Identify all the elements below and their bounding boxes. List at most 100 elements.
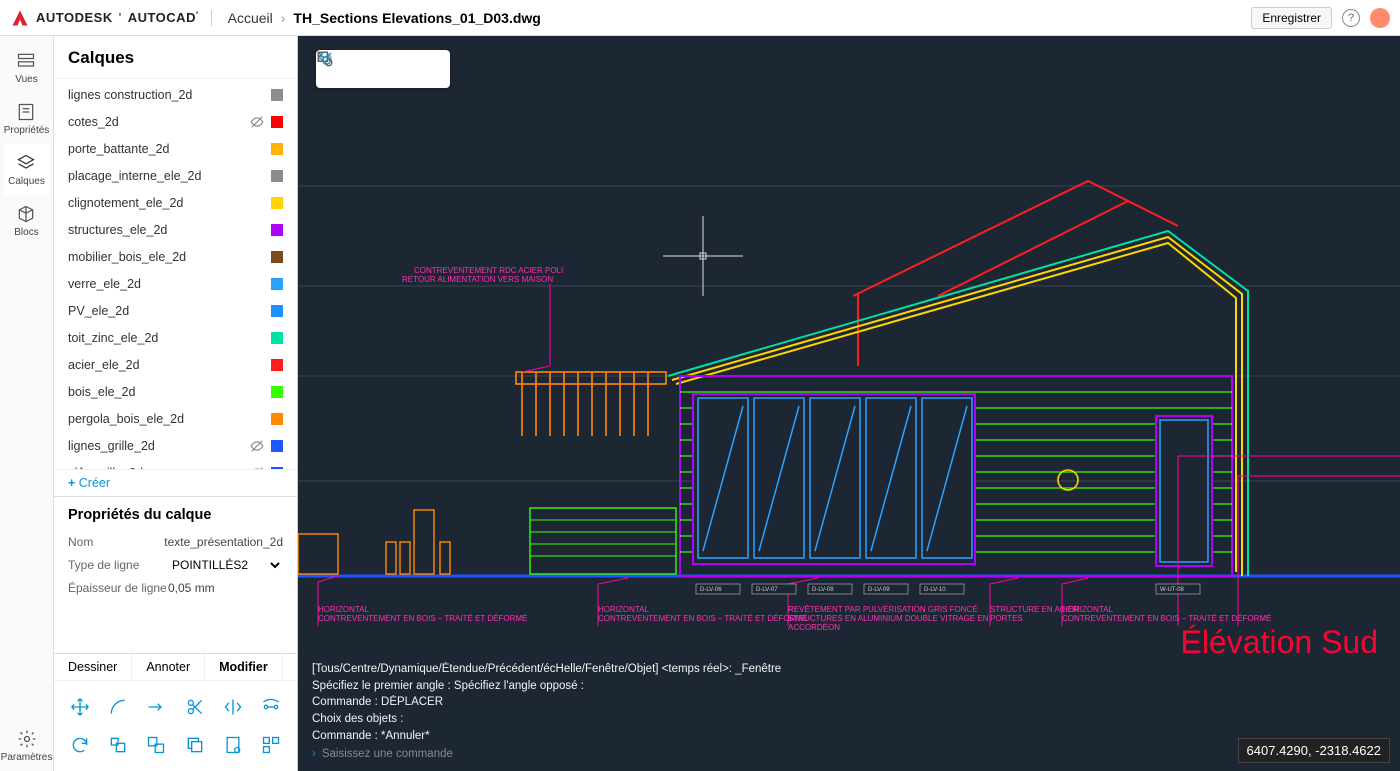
visibility-toggle-icon[interactable] <box>249 357 265 373</box>
layer-color-swatch[interactable] <box>271 251 283 263</box>
visibility-toggle-icon[interactable] <box>249 249 265 265</box>
vues-icon <box>4 50 50 72</box>
layer-color-swatch[interactable] <box>271 332 283 344</box>
layer-color-swatch[interactable] <box>271 386 283 398</box>
tool-align[interactable] <box>255 691 287 723</box>
layer-row[interactable]: toit_zinc_ele_2d <box>54 324 297 351</box>
svg-text:REVÊTEMENT PAR PULVÉRISATION G: REVÊTEMENT PAR PULVÉRISATION GRIS FONCÉ <box>788 605 978 614</box>
visibility-toggle-icon[interactable] <box>249 141 265 157</box>
layer-name: pergola_bois_ele_2d <box>68 412 249 426</box>
layer-row[interactable]: bois_ele_2d <box>54 378 297 405</box>
layer-name: acier_ele_2d <box>68 358 249 372</box>
layer-row[interactable]: placage_interne_ele_2d <box>54 162 297 189</box>
prop-value-name[interactable]: texte_présentation_2d <box>164 535 283 549</box>
layer-row[interactable]: mobilier_bois_ele_2d <box>54 243 297 270</box>
layer-color-swatch[interactable] <box>271 413 283 425</box>
brand: AUTODESK ' AUTOCAD' <box>10 7 199 29</box>
breadcrumb: Accueil › TH_Sections Elevations_01_D03.… <box>211 10 541 26</box>
help-icon[interactable]: ? <box>1342 9 1360 27</box>
layer-row[interactable]: verre_ele_2d <box>54 270 297 297</box>
avatar[interactable] <box>1370 8 1390 28</box>
rail-item-vues[interactable]: Vues <box>4 42 50 93</box>
linetype-select[interactable]: POINTILLÉS2 <box>168 557 283 573</box>
visibility-toggle-icon[interactable] <box>249 330 265 346</box>
layer-name: clignotement_ele_2d <box>68 196 249 210</box>
layer-row[interactable]: lignes construction_2d <box>54 81 297 108</box>
tool-cut[interactable] <box>179 691 211 723</box>
prop-value-lineweight[interactable]: 0,05 mm <box>168 581 283 595</box>
rail-label-settings: Paramètres <box>1 752 53 763</box>
layer-row[interactable]: acier_ele_2d <box>54 351 297 378</box>
visibility-toggle-icon[interactable] <box>249 87 265 103</box>
rail-item-settings[interactable]: Paramètres <box>0 720 53 771</box>
side-panel: Calques lignes construction_2dcotes_2dpo… <box>54 36 298 771</box>
zoom-window-button[interactable] <box>416 54 446 84</box>
layer-name: lignes construction_2d <box>68 88 249 102</box>
svg-text:D-LV-10: D-LV-10 <box>924 587 946 593</box>
visibility-toggle-icon[interactable] <box>249 384 265 400</box>
tool-paste[interactable] <box>217 729 249 761</box>
layer-name: lignes_grille_2d <box>68 439 249 453</box>
layer-row[interactable]: cotes_2d <box>54 108 297 135</box>
svg-text:HORIZONTAL: HORIZONTAL <box>318 605 370 614</box>
visibility-toggle-icon[interactable] <box>249 114 265 130</box>
visibility-toggle-icon[interactable] <box>249 195 265 211</box>
layer-row[interactable]: structures_ele_2d <box>54 216 297 243</box>
tool-move[interactable] <box>64 691 96 723</box>
visibility-toggle-icon[interactable] <box>249 411 265 427</box>
breadcrumb-home[interactable]: Accueil <box>228 10 273 26</box>
prop-value-linetype[interactable]: POINTILLÉS2 <box>168 557 283 573</box>
rail-item-proprietes[interactable]: Propriétés <box>4 93 50 144</box>
layer-color-swatch[interactable] <box>271 116 283 128</box>
svg-text:CONTREVENTEMENT RDC ACIER POLI: CONTREVENTEMENT RDC ACIER POLI <box>414 266 563 275</box>
zoom-extents-button[interactable] <box>384 54 414 84</box>
svg-text:CONTREVENTEMENT EN BOIS – TRAI: CONTREVENTEMENT EN BOIS – TRAITÉ ET DÉFO… <box>1062 614 1271 623</box>
visibility-toggle-icon[interactable] <box>249 303 265 319</box>
layer-color-swatch[interactable] <box>271 359 283 371</box>
tool-rotate[interactable] <box>64 729 96 761</box>
tab-annoter[interactable]: Annoter <box>132 654 205 680</box>
visibility-toggle-icon[interactable] <box>249 438 265 454</box>
svg-text:CONTREVENTEMENT EN BOIS – TRAI: CONTREVENTEMENT EN BOIS – TRAITÉ ET DÉFO… <box>598 614 807 623</box>
layer-color-swatch[interactable] <box>271 440 283 452</box>
tool-scale[interactable] <box>102 729 134 761</box>
layer-row[interactable]: PV_ele_2d <box>54 297 297 324</box>
layer-row[interactable]: clignotement_ele_2d <box>54 189 297 216</box>
tool-group[interactable] <box>140 729 172 761</box>
visibility-toggle-icon[interactable] <box>249 168 265 184</box>
command-input[interactable]: › Saisissez une commande <box>312 746 1386 763</box>
proprietes-icon <box>4 101 50 123</box>
tool-mirror[interactable] <box>217 691 249 723</box>
layer-color-swatch[interactable] <box>271 143 283 155</box>
tool-trim[interactable] <box>140 691 172 723</box>
layer-color-swatch[interactable] <box>271 89 283 101</box>
layer-list[interactable]: lignes construction_2d cotes_2dporte_batt… <box>54 79 297 469</box>
tool-grid <box>54 680 297 771</box>
visibility-toggle-icon[interactable] <box>249 222 265 238</box>
layer-name: structures_ele_2d <box>68 223 249 237</box>
layer-name: verre_ele_2d <box>68 277 249 291</box>
rail-item-calques[interactable]: Calques <box>4 144 50 195</box>
layer-row[interactable]: pergola_bois_ele_2d <box>54 405 297 432</box>
save-button[interactable]: Enregistrer <box>1251 7 1332 29</box>
drawing-canvas[interactable]: CONTREVENTEMENT RDC ACIER POLI RETOUR AL… <box>298 36 1400 771</box>
layer-color-swatch[interactable] <box>271 170 283 182</box>
layer-color-swatch[interactable] <box>271 197 283 209</box>
layer-row[interactable]: porte_battante_2d <box>54 135 297 162</box>
redo-button[interactable] <box>352 54 382 84</box>
layer-color-swatch[interactable] <box>271 224 283 236</box>
tool-arc[interactable] <box>102 691 134 723</box>
visibility-toggle-icon[interactable] <box>249 276 265 292</box>
layer-row[interactable]: réfs_grille_2d <box>54 459 297 469</box>
rail-item-blocs[interactable]: Blocs <box>4 195 50 246</box>
breadcrumb-file[interactable]: TH_Sections Elevations_01_D03.dwg <box>293 10 540 26</box>
layer-color-swatch[interactable] <box>271 278 283 290</box>
tab-dessiner[interactable]: Dessiner <box>54 654 132 680</box>
tab-modifier[interactable]: Modifier <box>205 654 283 680</box>
layer-color-swatch[interactable] <box>271 305 283 317</box>
create-layer-button[interactable]: Créer <box>54 469 297 496</box>
tool-array[interactable] <box>255 729 287 761</box>
layer-row[interactable]: lignes_grille_2d <box>54 432 297 459</box>
calques-icon <box>4 152 50 174</box>
tool-copy[interactable] <box>179 729 211 761</box>
